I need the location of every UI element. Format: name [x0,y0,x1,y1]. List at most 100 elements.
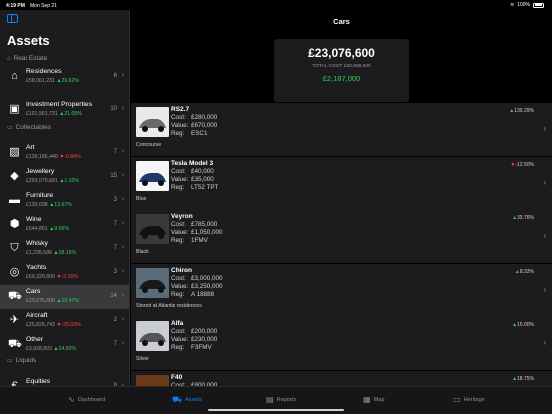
item-change-text: -25.03% [61,322,81,328]
sidebar-item-art[interactable]: ▨ Art £139,186,440 ▼-0.84% 7 › [0,141,129,165]
tab-dashboard[interactable]: ∿ Dashboard [68,395,105,404]
status-bar: 4:19 PM Mon Sep 21 ≋ 100% [0,0,552,10]
item-value: £3,928,803 [26,346,52,352]
total-value: £23,076,600 [308,46,375,60]
reg-label: Reg: [171,183,185,191]
section-label: Real Estate [13,55,48,62]
main-content: Cars £23,076,600 TOTAL COST: £20,889,600… [131,10,552,386]
sidebar-item-other[interactable]: ⛟ Other £3,928,803 ▲24.92% 7 › [0,333,129,357]
sidebar-item-cars[interactable]: ⛟ Cars £23,076,600 ▲10.47% 14 › [0,285,129,309]
sidebar-item-yachts[interactable]: ◎ Yachts £69,329,800 ▼-2.16% 3 › [0,261,129,285]
page-title: Cars [333,17,350,26]
sidebar-item-value: £293,070,681 ▲1.10% [26,178,79,184]
car-change: ▲8.33% [515,269,534,275]
sidebar-item-jewellery[interactable]: ◆ Jewellery £293,070,681 ▲1.10% 15 › [0,165,129,189]
item-change: ▲21.05% [59,111,82,117]
tab-map[interactable]: ▦ Map [363,395,384,404]
diamond-icon: ◆ [10,170,19,182]
battery-icon [533,2,544,8]
status-time: 4:19 PM [6,3,25,9]
item-change: ▲10.47% [56,298,80,304]
value-label: Value: [171,175,189,183]
briefcase-icon: ▣ [9,103,20,115]
document-icon: ▤ [266,395,274,404]
tab-assets[interactable]: ⛟ Assets [172,395,202,405]
value-label: Value: [171,282,189,290]
car-row[interactable]: Alfa Cost: £200,000 Value: £230,000 Reg: F3FMV… [131,317,552,370]
car-cost: Cost: £40,000 [171,168,214,175]
house-icon: ⌂ [7,55,11,62]
sidebar-item-investment-properties[interactable]: ▣ Investment Properties £191,561,731 ▲21.0… [0,98,129,122]
airplane-icon: ✈ [9,314,20,326]
item-change: ▲24.92% [53,346,77,352]
sidebar-item-aircraft[interactable]: ✈ Aircraft £25,826,743 ▼-25.03% 2 › [0,309,129,333]
cost-label: Cost: [171,221,186,228]
cost-value: £200,000 [191,328,218,335]
sidebar-item-wine[interactable]: ⬢ Wine £644,861 ▲9.56% 7 › [0,213,129,237]
cost-value: £40,000 [191,167,214,175]
car-row[interactable]: F40Cost:£800,000▲18.75%› [131,370,552,386]
car-row[interactable]: Chiron Cost: £3,000,000 Value: £3,250,000 Reg… [131,263,552,317]
item-change-text: 9.56% [54,226,69,232]
sidebar-item-furniture[interactable]: ▬ Furniture £130,038 ▲13.67% 3 › [0,189,129,213]
car-name: F40 [171,373,183,381]
change-text: 33.76% [517,215,534,221]
chevron-right-icon: › [121,148,124,155]
car-note: Black [136,249,149,255]
car-note: Blue [136,195,147,202]
car-value: Value: £230,000 [171,336,217,343]
sidebar-item-label: Yachts [26,264,47,271]
sidebar-item-count: 10 [110,106,117,112]
item-change: ▼-0.84% [59,154,81,160]
car-name: Chiron [171,266,192,274]
item-change: ▲13.67% [49,202,72,208]
car-reg: Reg: F3FMV [171,344,212,351]
car-note: Concourse [136,142,162,148]
sidebar-item-value: £139,186,440 ▼-0.84% [26,154,81,160]
car-change: ▲139.29% [509,108,534,114]
car-photo [136,160,169,191]
item-change: ▼-25.03% [56,322,81,328]
change-text: 8.33% [519,268,534,275]
sidebar-item-whisky[interactable]: ⛉ Whisky £1,235,586 ▲28.16% 7 › [0,237,129,261]
sidebar-item-label: Furniture [26,192,54,199]
car-reg: Reg: LT52 TPT [171,184,218,191]
sidebar-item-count: 14 [110,293,117,299]
home-indicator [208,409,344,411]
item-change-text: 10.47% [61,298,80,304]
item-change: ▲29.62% [56,78,80,84]
car-cost: Cost: £200,000 [171,328,217,335]
section-label: Collectables [15,124,52,131]
chevron-right-icon: › [543,231,546,240]
car-name: RS2.7 [171,106,190,113]
sidebar-item-value: £644,861 ▲9.56% [26,226,69,232]
reg-value: A 18888 [191,290,215,298]
sofa-icon: ▬ [9,194,20,206]
tab-label: Dashboard [77,396,106,403]
item-change-text: 1.10% [64,178,80,184]
chevron-right-icon: › [543,124,546,133]
tab-heritage[interactable]: ▭ Heritage [453,395,485,404]
tab-reports[interactable]: ▤ Reports [266,395,296,404]
reg-label: Reg: [171,130,185,137]
car-row[interactable]: Tesla Model 3 Cost: £40,000 Value: £35,000 Re… [131,156,552,210]
sidebar-title: Assets [7,33,50,48]
car-reg: Reg: ESC1 [171,130,207,137]
section-header-liquids: ▭ Liquids [7,357,36,364]
archive-icon: ▭ [453,395,461,404]
car-row[interactable]: Veyron Cost: £785,000 Value: £1,050,000 Reg: 1… [131,210,552,263]
car-note: Silver [136,356,149,362]
sidebar-item-count: 7 [113,149,117,155]
sidebar-item-label: Art [26,144,35,151]
car-change: ▲15.00% [512,322,534,328]
sidebar-item-label: Aircraft [26,312,48,319]
item-value: £23,076,600 [26,298,55,304]
car-row[interactable]: RS2.7 Cost: £280,000 Value: £670,000 Reg: ESC1… [131,103,552,156]
value-label: Value: [171,336,189,343]
car-photo [136,267,169,298]
car-cost: Cost: £280,000 [171,114,217,121]
sidebar-toggle-icon[interactable] [7,14,18,23]
sidebar-item-residences[interactable]: ⌂ Residences £58,061,231 ▲29.62% 6 › [0,65,129,89]
sidebar-item-value: £1,235,586 ▲28.16% [26,250,76,256]
item-change-text: 21.05% [64,111,82,117]
